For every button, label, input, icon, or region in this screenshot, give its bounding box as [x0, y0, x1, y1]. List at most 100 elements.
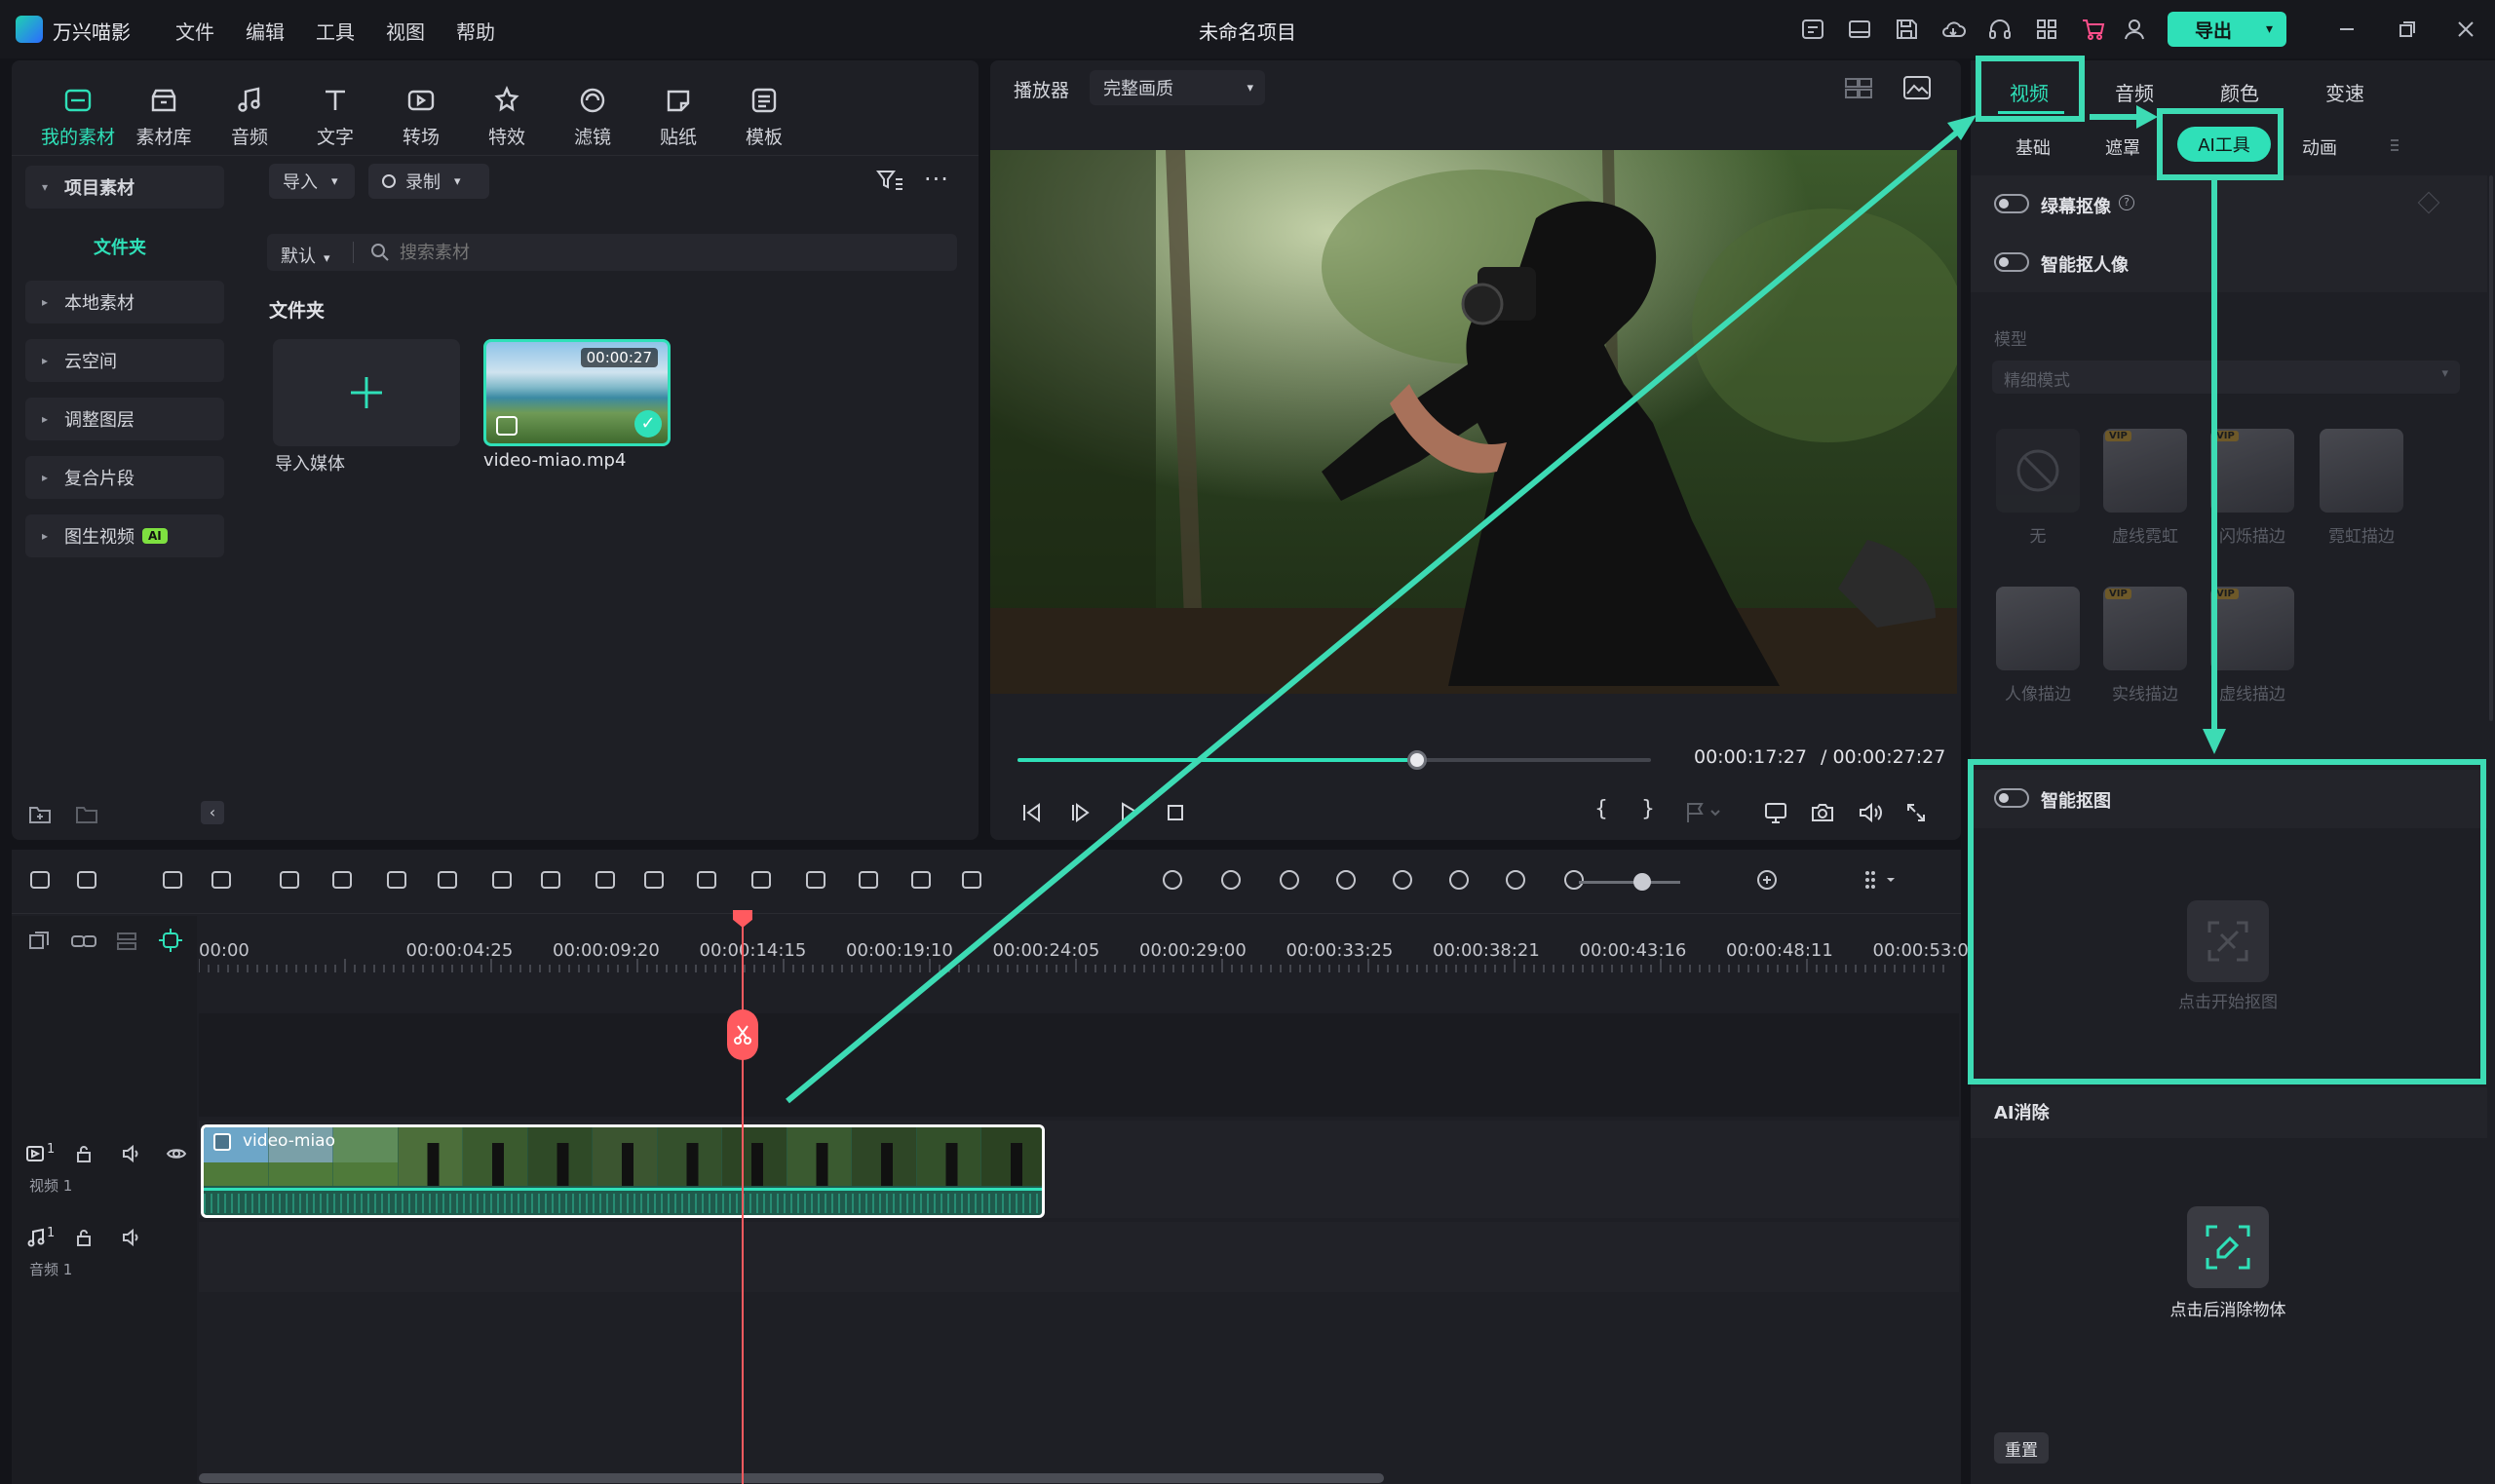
- more-icon[interactable]: ···: [924, 166, 949, 193]
- add-track-icon[interactable]: [27, 930, 51, 953]
- blend-icon[interactable]: [748, 867, 774, 893]
- display-icon[interactable]: [1762, 799, 1789, 826]
- task-icon[interactable]: [1799, 16, 1826, 43]
- more-icon[interactable]: [959, 867, 984, 893]
- more-tabs-icon[interactable]: [2388, 136, 2401, 154]
- timeline-settings-icon[interactable]: [1860, 867, 1899, 893]
- sidebar-item-compound-clip[interactable]: ▸ 复合片段: [25, 456, 224, 499]
- track-manager-icon[interactable]: [115, 930, 138, 953]
- effect-thumbnail[interactable]: VIP: [2210, 429, 2294, 513]
- camera-icon[interactable]: [1809, 799, 1836, 826]
- sidebar-item-cloud[interactable]: ▸ 云空间: [25, 339, 224, 382]
- zoom-slider-knob[interactable]: [1633, 873, 1651, 891]
- menu-help[interactable]: 帮助: [456, 17, 495, 45]
- text-icon[interactable]: [489, 867, 515, 893]
- effect-thumbnail[interactable]: VIP: [2210, 587, 2294, 670]
- tab-stickers[interactable]: 贴纸: [641, 84, 715, 149]
- quality-dropdown[interactable]: 完整画质 ▾: [1090, 70, 1265, 105]
- ai-caption-icon[interactable]: [641, 867, 667, 893]
- record-button[interactable]: 录制 ▾: [368, 164, 489, 199]
- mark-in-icon[interactable]: {: [1594, 797, 1608, 821]
- effect-thumbnail[interactable]: VIP: [2103, 429, 2187, 513]
- grid-view-icon[interactable]: [1844, 76, 1873, 101]
- audio-edit-icon[interactable]: [435, 867, 460, 893]
- save-icon[interactable]: [1893, 16, 1920, 43]
- headset-icon[interactable]: [1986, 16, 2014, 43]
- tab-my-media[interactable]: 我的素材: [41, 84, 115, 149]
- ai-erase-button[interactable]: [2187, 1206, 2269, 1288]
- tab-text[interactable]: 文字: [298, 84, 372, 149]
- add-media-icon[interactable]: [1446, 867, 1472, 893]
- search-input[interactable]: [400, 238, 945, 267]
- green-screen-toggle[interactable]: [1994, 194, 2029, 213]
- subtab-ai-tools[interactable]: AI工具: [2177, 127, 2271, 162]
- cart-icon[interactable]: [2080, 16, 2107, 43]
- mute-icon[interactable]: [121, 1144, 142, 1163]
- menu-file[interactable]: 文件: [175, 17, 214, 45]
- audio-stretch-icon[interactable]: [694, 867, 719, 893]
- menu-edit[interactable]: 编辑: [246, 17, 285, 45]
- video-preview[interactable]: [990, 150, 1957, 694]
- reset-button[interactable]: 重置: [1994, 1432, 2049, 1464]
- filter-icon[interactable]: [875, 168, 904, 193]
- zoom-in-icon[interactable]: [1754, 867, 1780, 893]
- crop-icon[interactable]: [384, 867, 409, 893]
- effect-thumbnail[interactable]: [2320, 429, 2403, 513]
- mic-icon[interactable]: [1333, 867, 1359, 893]
- keyframe-icon[interactable]: [856, 867, 881, 893]
- sidebar-item-image-to-video[interactable]: ▸ 图生视频 AI: [25, 514, 224, 557]
- layout-icon[interactable]: [27, 867, 53, 893]
- subtab-basic[interactable]: 基础: [2015, 134, 2051, 160]
- volume-icon[interactable]: [1856, 799, 1883, 826]
- mute-icon[interactable]: [121, 1228, 142, 1247]
- rotate-icon[interactable]: [908, 867, 934, 893]
- subtab-animation[interactable]: 动画: [2302, 134, 2337, 160]
- link-icon[interactable]: [70, 930, 97, 953]
- effect-thumbnail[interactable]: [1996, 429, 2080, 513]
- auto-ripple-icon[interactable]: [1160, 867, 1185, 893]
- split-button[interactable]: [727, 1009, 758, 1060]
- export-button[interactable]: 导出 ▾: [2168, 12, 2286, 47]
- prev-frame-icon[interactable]: [1017, 799, 1045, 826]
- player-progress-knob[interactable]: [1406, 750, 1427, 770]
- model-dropdown[interactable]: 精细模式 ▾: [1992, 361, 2460, 394]
- stabilize-icon[interactable]: [1277, 867, 1302, 893]
- tab-filters[interactable]: 滤镜: [556, 84, 630, 149]
- select-icon[interactable]: [74, 867, 99, 893]
- mask-icon[interactable]: [593, 867, 618, 893]
- shape-icon[interactable]: [538, 867, 563, 893]
- marker-icon[interactable]: [1682, 799, 1721, 826]
- tab-color[interactable]: 颜色: [2220, 78, 2259, 106]
- zoom-out-icon[interactable]: [1561, 867, 1587, 893]
- cut-icon[interactable]: [329, 867, 355, 893]
- timeline-scrollbar[interactable]: [199, 1473, 1384, 1483]
- sidebar-item-project-media[interactable]: ▾ 项目素材: [25, 166, 224, 209]
- fit-icon[interactable]: [1503, 867, 1528, 893]
- sort-dropdown[interactable]: 默认 ▾: [281, 243, 330, 268]
- speed-icon[interactable]: [803, 867, 828, 893]
- user-icon[interactable]: [2121, 16, 2148, 43]
- lock-icon[interactable]: [74, 1144, 94, 1163]
- media-clip-thumbnail[interactable]: 00:00:27 ✓: [483, 339, 671, 446]
- snap-icon[interactable]: [158, 928, 183, 953]
- sidebar-item-adjustment-layer[interactable]: ▸ 调整图层: [25, 398, 224, 440]
- tab-speed[interactable]: 变速: [2325, 78, 2364, 106]
- apps-grid-icon[interactable]: [2033, 16, 2060, 43]
- tab-video[interactable]: 视频: [2010, 78, 2049, 106]
- sidebar-item-folder[interactable]: 文件夹: [94, 234, 146, 259]
- eye-icon[interactable]: [166, 1144, 187, 1163]
- import-media-tile[interactable]: [273, 339, 460, 446]
- tab-transition[interactable]: 转场: [384, 84, 458, 149]
- undo-icon[interactable]: [160, 867, 185, 893]
- smart-portrait-toggle[interactable]: [1994, 252, 2029, 272]
- minimize-icon[interactable]: [2333, 16, 2361, 43]
- effect-thumbnail[interactable]: [1996, 587, 2080, 670]
- record-icon[interactable]: [1218, 867, 1244, 893]
- zoom-slider[interactable]: [1579, 873, 1680, 891]
- new-folder-icon[interactable]: [27, 803, 53, 826]
- timeline-video-clip[interactable]: video-miao: [201, 1124, 1045, 1218]
- folder-icon[interactable]: [74, 803, 99, 826]
- close-icon[interactable]: [2452, 16, 2479, 43]
- tab-stock-library[interactable]: 素材库: [127, 84, 201, 149]
- smart-cutout-toggle[interactable]: [1994, 788, 2029, 808]
